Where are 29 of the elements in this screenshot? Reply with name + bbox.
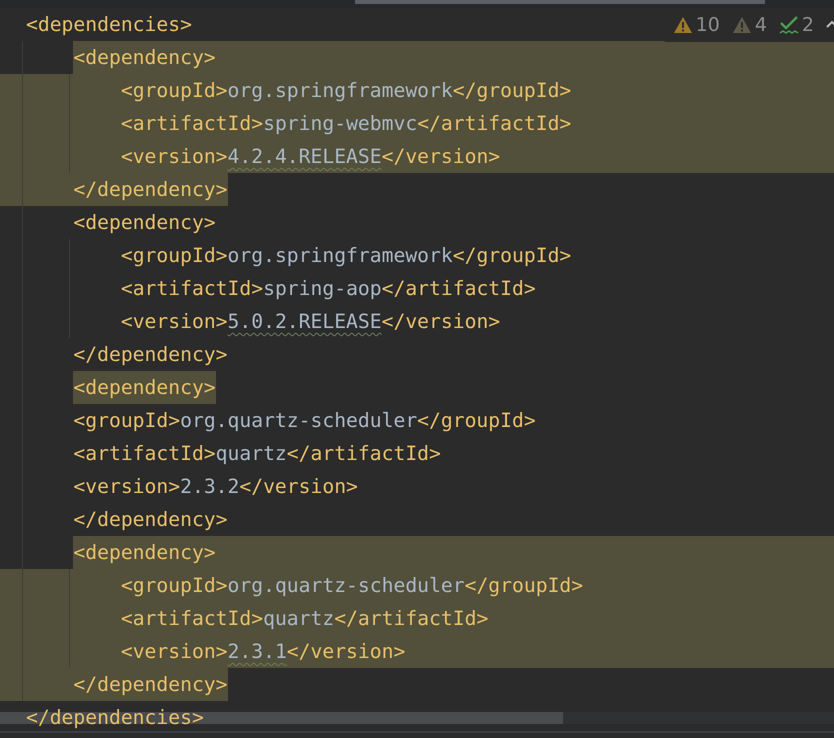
code-line: </dependencies> (26, 705, 204, 731)
code-line: <dependency> (73, 210, 216, 236)
code-line: <groupId>org.springframework</groupId> (120, 243, 572, 269)
code-line: <dependencies> (26, 12, 192, 38)
code-line: <artifactId>quartz</artifactId> (120, 606, 488, 632)
problem-count[interactable]: 10 (696, 14, 720, 36)
scrollbar[interactable] (355, 0, 765, 4)
code-line: <version>4.2.4.RELEASE</version> (120, 144, 500, 170)
code-line: <version>2.3.1</version> (120, 639, 406, 665)
code-line: <dependency> (73, 375, 216, 401)
code-line: <artifactId>spring-aop</artifactId> (120, 276, 536, 302)
check-icon (778, 15, 799, 35)
code-line: </dependency> (73, 342, 228, 368)
warning-icon (732, 16, 752, 34)
code-line: <artifactId>spring-webmvc</artifactId> (120, 111, 572, 137)
code-line: <groupId>org.quartz-scheduler</groupId> (73, 408, 536, 434)
code-line: <version>2.3.2</version> (73, 474, 358, 500)
code-line: <groupId>org.quartz-scheduler</groupId> (120, 573, 584, 599)
code-line: <artifactId>quartz</artifactId> (73, 441, 441, 467)
code-line: </dependency> (73, 177, 228, 203)
code-line: </dependency> (73, 672, 228, 698)
code-line: <dependency> (73, 540, 216, 566)
warning-icon (672, 16, 693, 34)
problem-count[interactable]: 4 (754, 14, 767, 36)
code-line: </dependency> (73, 507, 228, 533)
code-line: <groupId>org.springframework</groupId> (120, 78, 572, 104)
problem-count[interactable]: 2 (802, 14, 814, 36)
code-line: <dependency> (73, 45, 216, 71)
code-line: <version>5.0.2.RELEASE</version> (120, 309, 500, 335)
